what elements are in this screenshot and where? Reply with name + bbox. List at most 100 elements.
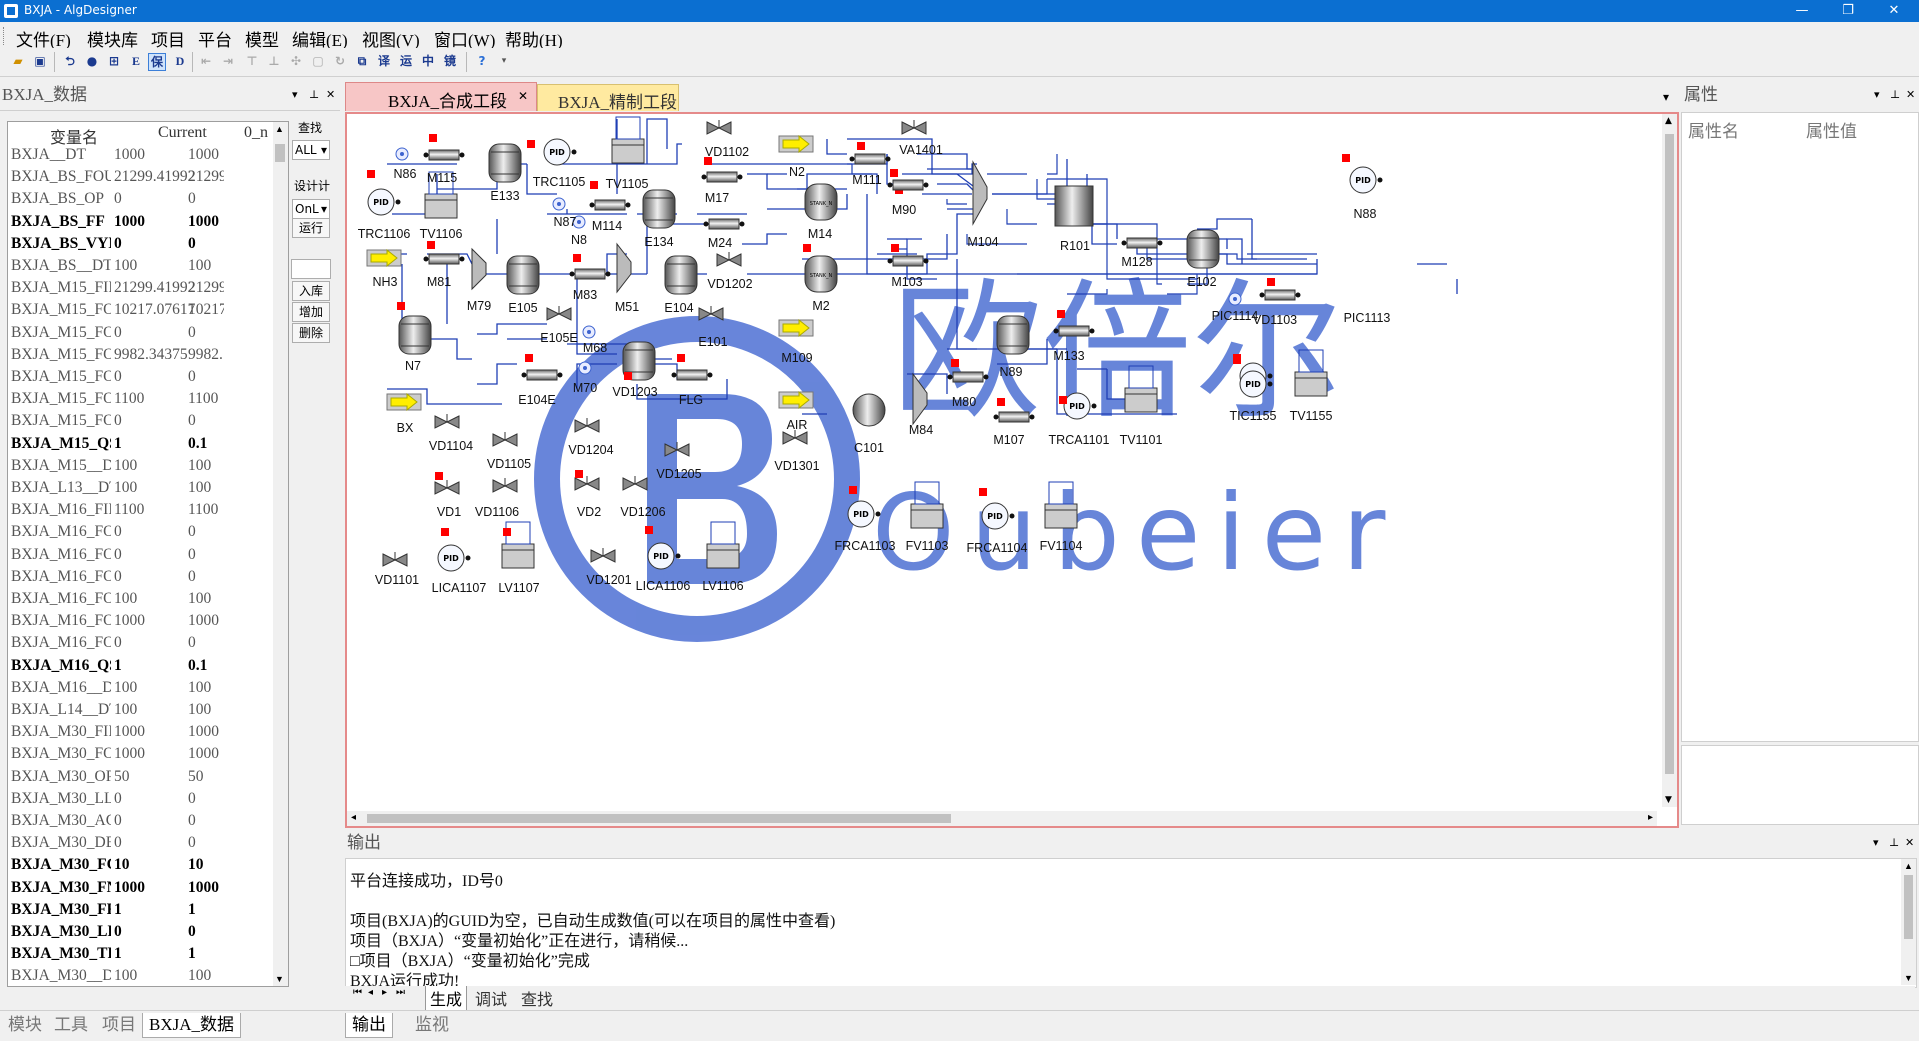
vessel-icon[interactable]	[1186, 229, 1220, 269]
table-row[interactable]: BXJA__DT 1000 1000	[8, 144, 276, 166]
tab-modules[interactable]: 模块	[8, 1013, 42, 1037]
tab-project[interactable]: 项目	[102, 1013, 136, 1037]
panel-close-icon[interactable]: ✕	[326, 82, 335, 108]
translate-button[interactable]: 译	[376, 53, 392, 69]
table-row[interactable]: BXJA_L13__DT 100 100	[8, 477, 276, 499]
close-button[interactable]: ✕	[1871, 0, 1917, 22]
table-row[interactable]: BXJA_BS__DT 100 100	[8, 255, 276, 277]
panel-close-icon[interactable]: ✕	[1906, 82, 1915, 108]
align-top-icon[interactable]: ⊤	[244, 53, 260, 69]
vessel-icon[interactable]	[642, 189, 676, 229]
grid-icon[interactable]: ✣	[288, 53, 304, 69]
table-row[interactable]: BXJA_M30_FC 10 10	[8, 854, 276, 876]
exchanger-icon[interactable]	[854, 153, 886, 165]
exchanger-icon[interactable]	[526, 369, 558, 381]
table-row[interactable]: BXJA_M30_FOUT10001000	[8, 743, 276, 765]
scroll-right-icon[interactable]: ▸	[1648, 812, 1653, 823]
vessel-icon[interactable]	[506, 255, 540, 295]
exchanger-icon[interactable]	[428, 253, 460, 265]
nav-prev-icon[interactable]: ◂	[368, 987, 373, 998]
scroll-down-icon[interactable]: ▼	[1665, 795, 1672, 805]
tree-icon[interactable]: ⊞	[106, 53, 122, 69]
table-row[interactable]: BXJA_M15_FOUT511001100	[8, 388, 276, 410]
nav-next-icon[interactable]: ▸	[382, 987, 387, 998]
tab-refining[interactable]: BXJA_精制工段	[537, 84, 679, 112]
table-row[interactable]: BXJA_M16_FOUT200	[8, 544, 276, 566]
vessel-icon[interactable]	[398, 315, 432, 355]
open-icon[interactable]: ▰	[10, 53, 26, 69]
panel-pin-icon[interactable]: ⊥	[1889, 830, 1899, 856]
table-row[interactable]: BXJA_BS_OP 0 0	[8, 188, 276, 210]
rotate-icon[interactable]: ↻	[332, 53, 348, 69]
align-icon[interactable]: ⊥	[266, 53, 282, 69]
table-row[interactable]: BXJA_L14__DT 100 100	[8, 699, 276, 721]
vessel-icon[interactable]	[996, 315, 1030, 355]
scroll-down-icon[interactable]: ▼	[1904, 973, 1913, 983]
panel-pin-icon[interactable]: ⊥	[1890, 82, 1900, 108]
table-row[interactable]: BXJA_M16__DT100100	[8, 677, 276, 699]
tab-monitor[interactable]: 监视	[415, 1013, 449, 1037]
table-row[interactable]: BXJA_M30_LLYN00	[8, 921, 276, 943]
save-icon[interactable]: ▣	[32, 53, 48, 69]
scroll-down-icon[interactable]: ▼	[275, 974, 284, 984]
store-button[interactable]: 入库	[292, 281, 330, 301]
table-row[interactable]: BXJA_M16_FOUT510001000	[8, 610, 276, 632]
table-row[interactable]: BXJA_M30__DT100100	[8, 965, 276, 986]
tab-find[interactable]: 查找	[521, 986, 553, 1010]
table-row[interactable]: BXJA_M30_FIN 1000 1000	[8, 721, 276, 743]
table-row[interactable]: BXJA_M16_QSRATO.1 0.1	[8, 655, 276, 677]
control-valve-icon[interactable]	[424, 193, 458, 219]
control-valve-icon[interactable]	[910, 503, 944, 529]
tab-build[interactable]: 生成	[425, 986, 468, 1011]
filter-select[interactable]: ALL ▾	[292, 140, 330, 160]
control-valve-icon[interactable]	[611, 138, 645, 164]
table-row[interactable]: BXJA_M15__DT100100	[8, 455, 276, 477]
exchanger-icon[interactable]	[1264, 289, 1296, 301]
canvas-vscrollbar[interactable]: ▲ ▼	[1662, 114, 1677, 807]
variable-scrollbar[interactable]: ▲ ▼	[273, 122, 288, 986]
table-row[interactable]: BXJA_M30_TRAT11	[8, 943, 276, 965]
vessel-icon[interactable]	[664, 255, 698, 295]
mixer-icon[interactable]	[471, 247, 487, 291]
delete-button[interactable]: 删除	[292, 323, 330, 343]
exchanger-icon[interactable]	[574, 268, 606, 280]
restore-button[interactable]: ❐	[1825, 0, 1871, 22]
table-row[interactable]: BXJA_M15_FIN 21299.41992 21299	[8, 277, 276, 299]
table-row[interactable]: BXJA_M15_FOUT39982.343759982.	[8, 344, 276, 366]
table-row[interactable]: BXJA_M16_FOUT100	[8, 521, 276, 543]
control-valve-icon[interactable]	[501, 543, 535, 569]
column-header-initial[interactable]: 0_n	[244, 124, 268, 142]
scroll-up-icon[interactable]: ▲	[275, 124, 284, 134]
exchanger-icon[interactable]	[892, 179, 924, 191]
table-row[interactable]: BXJA_M16_FIN 1100 1100	[8, 499, 276, 521]
first-icon[interactable]: ⇤	[198, 53, 214, 69]
scroll-thumb[interactable]	[275, 144, 285, 162]
table-row[interactable]: BXJA_BS_FF 1000 1000	[8, 211, 276, 233]
control-valve-icon[interactable]	[706, 543, 740, 569]
e-button[interactable]: E	[128, 53, 144, 69]
table-row[interactable]: BXJA_M30_OP 50 50	[8, 766, 276, 788]
table-row[interactable]: BXJA_M15_FOUT200	[8, 322, 276, 344]
table-row[interactable]: BXJA_M15_FOUT110217.0761710217	[8, 299, 276, 321]
tab-tools[interactable]: 工具	[54, 1013, 88, 1037]
save-text-button[interactable]: 保	[148, 53, 166, 71]
center-button[interactable]: 中	[420, 53, 436, 69]
exchanger-icon[interactable]	[594, 199, 626, 211]
table-row[interactable]: BXJA_M30_DEG00	[8, 832, 276, 854]
undo-icon[interactable]: ⮌	[62, 53, 78, 69]
column-header-current[interactable]: Current	[158, 124, 207, 142]
add-button[interactable]: 增加	[292, 302, 330, 322]
canvas-hscrollbar[interactable]: ◂ ▸	[347, 811, 1657, 826]
control-valve-icon[interactable]	[1044, 503, 1078, 529]
output-scroll-thumb[interactable]	[1904, 875, 1913, 939]
exchanger-icon[interactable]	[706, 171, 738, 183]
table-row[interactable]: BXJA_M15_QSRATO.1 0.1	[8, 433, 276, 455]
exchanger-icon[interactable]	[998, 411, 1030, 423]
run-button[interactable]: 运	[398, 53, 414, 69]
exchanger-icon[interactable]	[892, 255, 924, 267]
vessel-icon[interactable]	[488, 143, 522, 183]
table-row[interactable]: BXJA_M30_LL 0 0	[8, 788, 276, 810]
compressor-icon[interactable]	[852, 393, 886, 427]
toolbar-overflow-icon[interactable]: ▾	[496, 53, 512, 69]
table-row[interactable]: BXJA_M15_FOUT600	[8, 410, 276, 432]
